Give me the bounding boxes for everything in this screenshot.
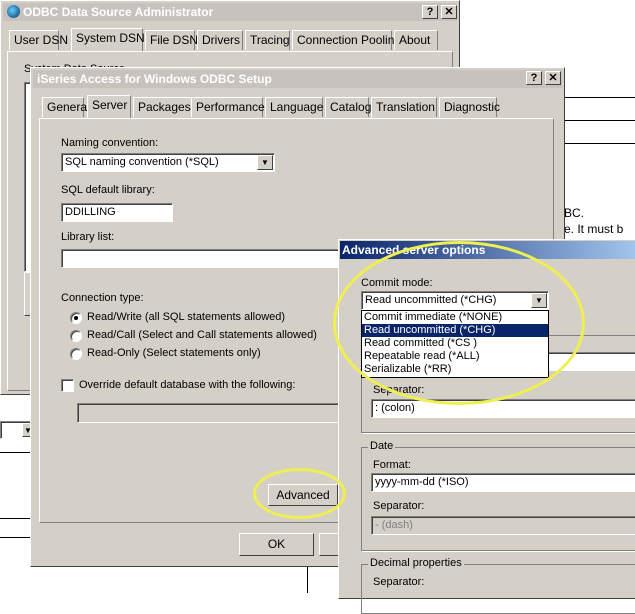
setup-tab-packages[interactable]: Packages: [133, 97, 193, 117]
naming-convention-value: SQL naming convention (*SQL): [65, 156, 219, 168]
ok-button[interactable]: OK: [239, 533, 314, 556]
doc-line: [560, 120, 635, 121]
odbc-tab-tracing[interactable]: Tracing: [245, 30, 290, 50]
commit-option-chg[interactable]: Read uncommitted (*CHG): [362, 324, 548, 337]
commit-mode-label: Commit mode:: [361, 277, 433, 289]
chevron-down-icon[interactable]: ▼: [531, 293, 547, 308]
date-separator-label: Separator:: [373, 500, 425, 512]
date-group-title: Date: [368, 440, 396, 452]
default-library-label: SQL default library:: [61, 184, 155, 196]
readwrite-label: Read/Write (all SQL statements allowed): [87, 311, 286, 323]
date-separator-input: - (dash): [371, 516, 635, 535]
advanced-title: Advanced server options: [342, 243, 486, 257]
advanced-titlebar: Advanced server options: [340, 241, 635, 259]
readwrite-radio[interactable]: [70, 312, 82, 324]
odbc-tab-connection-pooling[interactable]: Connection Pooling: [292, 30, 401, 50]
setup-tab-general[interactable]: General: [42, 97, 90, 117]
odbc-tab-system-dsn[interactable]: System DSN: [71, 28, 145, 51]
doc-line: [560, 97, 635, 98]
decimal-separator-label: Separator:: [373, 576, 425, 588]
override-label: Override default database with the follo…: [79, 379, 296, 391]
readcall-label: Read/Call (Select and Call statements al…: [87, 329, 317, 341]
commit-mode-value: Read uncommitted (*CHG): [365, 294, 497, 306]
close-button[interactable]: ✕: [545, 71, 561, 85]
commit-option-rr[interactable]: Serializable (*RR): [362, 363, 548, 376]
commit-mode-select[interactable]: Read uncommitted (*CHG) ▼: [361, 291, 549, 310]
decimal-group: Decimal properties: [361, 557, 635, 614]
close-button[interactable]: ✕: [441, 5, 457, 19]
commit-option-none[interactable]: Commit immediate (*NONE): [362, 311, 548, 324]
setup-tab-server[interactable]: Server: [87, 95, 131, 118]
time-separator-input[interactable]: : (colon): [371, 399, 635, 418]
date-format-label: Format:: [373, 459, 411, 471]
readonly-radio[interactable]: [70, 348, 82, 360]
chevron-down-icon[interactable]: ▼: [257, 155, 273, 170]
default-library-input[interactable]: DDILLING: [61, 203, 173, 222]
commit-mode-dropdown: Commit immediate (*NONE) Read uncommitte…: [361, 310, 549, 378]
setup-tab-catalog[interactable]: Catalog: [325, 97, 371, 117]
date-format-input[interactable]: yyyy-mm-dd (*ISO): [371, 473, 635, 492]
odbc-tab-file-dsn[interactable]: File DSN: [145, 30, 198, 50]
readcall-radio[interactable]: [70, 330, 82, 342]
odbc-tab-user-dsn[interactable]: User DSN: [9, 30, 68, 50]
help-button[interactable]: ?: [526, 71, 542, 85]
library-list-input[interactable]: [61, 249, 351, 268]
setup-tab-translation[interactable]: Translation: [371, 97, 437, 117]
odbc-admin-title: ODBC Data Source Administrator: [23, 5, 214, 19]
advanced-window: Advanced server options Commit mode: Rea…: [338, 239, 635, 614]
doc-line: [560, 143, 635, 144]
connection-type-label: Connection type:: [61, 292, 144, 304]
setup-tab-language[interactable]: Language: [265, 97, 323, 117]
commit-option-all[interactable]: Repeatable read (*ALL): [362, 350, 548, 363]
library-list-label: Library list:: [61, 231, 115, 243]
time-separator-label: Separator:: [373, 384, 425, 396]
help-button[interactable]: ?: [422, 5, 438, 19]
naming-convention-select[interactable]: SQL naming convention (*SQL) ▼: [61, 153, 275, 172]
commit-option-cs[interactable]: Read committed (*CS ): [362, 337, 548, 350]
advanced-button[interactable]: Advanced: [268, 484, 338, 506]
doc-text-2: e. It must b: [564, 222, 624, 236]
globe-icon: [7, 5, 20, 18]
setup-title: iSeries Access for Windows ODBC Setup: [37, 72, 272, 86]
naming-convention-label: Naming convention:: [61, 137, 159, 149]
override-database-input: [77, 403, 347, 423]
readonly-label: Read-Only (Select statements only): [87, 347, 261, 359]
decimal-group-title: Decimal properties: [368, 557, 464, 569]
odbc-tab-about[interactable]: About: [394, 30, 438, 50]
odbc-tab-drivers[interactable]: Drivers: [197, 30, 243, 50]
doc-text-1: BC.: [564, 206, 585, 220]
setup-tab-diagnostic[interactable]: Diagnostic: [439, 97, 500, 117]
setup-titlebar: iSeries Access for Windows ODBC Setup: [33, 70, 562, 88]
odbc-admin-titlebar: ODBC Data Source Administrator: [3, 3, 457, 21]
override-checkbox[interactable]: [61, 379, 74, 392]
setup-tab-performance[interactable]: Performance: [191, 97, 265, 117]
